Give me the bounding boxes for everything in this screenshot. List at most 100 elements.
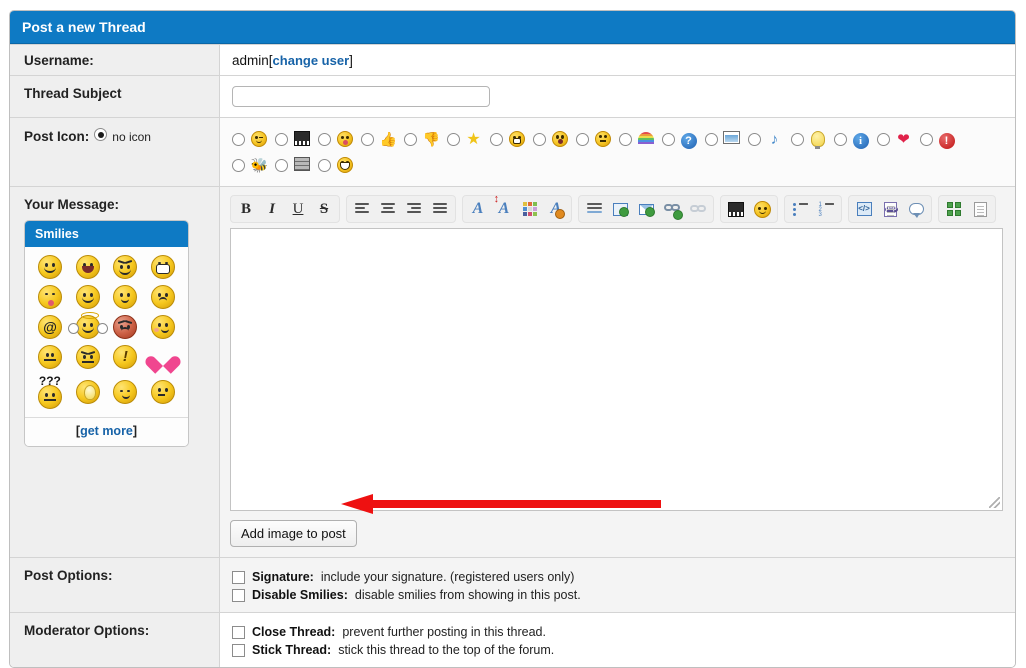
close-thread-checkbox[interactable] — [232, 626, 245, 639]
post-icon-radio[interactable] — [748, 133, 761, 146]
post-icon-radio[interactable] — [662, 133, 675, 146]
post-icon-none-radio[interactable] — [94, 128, 107, 141]
rolleyes-smiley-icon[interactable] — [594, 131, 611, 148]
add-image-to-post-button[interactable]: Add image to post — [230, 520, 357, 547]
lightbulb-icon[interactable] — [809, 131, 826, 148]
smilie-unsure-icon[interactable] — [151, 285, 175, 309]
underline-button[interactable]: U — [285, 197, 311, 221]
wink-smiley-icon[interactable] — [250, 131, 267, 148]
insert-quote-button[interactable] — [903, 197, 929, 221]
insert-image-button[interactable] — [607, 197, 633, 221]
post-icon-radio[interactable] — [705, 133, 718, 146]
bug-icon[interactable]: 🐝 — [250, 157, 267, 174]
numbered-list-button[interactable]: 123 — [813, 197, 839, 221]
smilie-blush-icon[interactable] — [113, 285, 137, 309]
post-icon-radio[interactable] — [834, 133, 847, 146]
rainbow-icon[interactable] — [637, 131, 654, 148]
smilie-idea-icon[interactable] — [76, 380, 100, 404]
indent-button[interactable] — [581, 197, 607, 221]
message-textarea-box[interactable] — [230, 228, 1003, 511]
italic-button[interactable]: I — [259, 197, 285, 221]
thread-subject-input[interactable] — [232, 86, 490, 107]
music-note-icon[interactable]: ♪ — [766, 131, 783, 148]
thumbs-down-icon[interactable]: 👎 — [422, 131, 439, 148]
surprised-smiley-icon[interactable] — [551, 131, 568, 148]
insert-code-button[interactable]: </> — [851, 197, 877, 221]
post-icon-radio[interactable] — [275, 133, 288, 146]
smilie-shy-icon[interactable] — [151, 315, 175, 339]
post-icon-radio[interactable] — [447, 133, 460, 146]
insert-smilie-button[interactable] — [749, 197, 775, 221]
smilie-exclaim-icon[interactable]: ! — [113, 345, 137, 369]
bullet-list-button[interactable] — [787, 197, 813, 221]
align-right-button[interactable] — [401, 197, 427, 221]
change-user-link[interactable]: change user — [273, 53, 350, 68]
smilie-sleepy-icon[interactable] — [113, 380, 137, 404]
grin-smiley-icon[interactable] — [508, 131, 525, 148]
heart-icon[interactable]: ❤ — [895, 131, 912, 148]
remove-link-button[interactable] — [685, 197, 711, 221]
post-icon-radio[interactable] — [318, 133, 331, 146]
post-icon-radio[interactable] — [533, 133, 546, 146]
smilie-teeth-icon[interactable] — [151, 255, 175, 279]
smilie-biggrin-icon[interactable] — [76, 255, 100, 279]
post-icon-radio[interactable] — [275, 159, 288, 172]
toggle-editor-button[interactable] — [941, 197, 967, 221]
signature-checkbox[interactable] — [232, 571, 245, 584]
post-icon-radio[interactable] — [404, 133, 417, 146]
strikethrough-button[interactable]: S — [311, 197, 337, 221]
color-palette-icon — [523, 202, 537, 216]
font-color-button[interactable] — [517, 197, 543, 221]
post-icon-radio[interactable] — [619, 133, 632, 146]
big-grin-smiley-icon[interactable] — [336, 157, 353, 174]
bold-button[interactable]: B — [233, 197, 259, 221]
smilie-smile-icon[interactable] — [38, 255, 62, 279]
align-left-button[interactable] — [349, 197, 375, 221]
stick-thread-checkbox[interactable] — [232, 644, 245, 657]
insert-video-button[interactable] — [723, 197, 749, 221]
question-icon[interactable]: ? — [680, 131, 697, 148]
smilie-crosseyed-icon[interactable] — [38, 345, 62, 369]
tongue-smiley-icon[interactable] — [336, 131, 353, 148]
post-icon-radio[interactable] — [318, 159, 331, 172]
image-icon[interactable] — [723, 131, 740, 148]
smilie-tongue-icon[interactable] — [38, 285, 62, 309]
post-new-thread-panel: Post a new Thread Username: admin[change… — [9, 10, 1016, 668]
smilie-heart-icon[interactable] — [151, 345, 175, 369]
get-more-smilies-link[interactable]: get more — [80, 424, 133, 438]
smilie-confused-icon[interactable]: ??? — [38, 375, 62, 409]
post-icon-radio[interactable] — [232, 133, 245, 146]
align-center-button[interactable] — [375, 197, 401, 221]
post-icon-radio[interactable] — [576, 133, 589, 146]
smilie-angel-icon[interactable] — [76, 315, 100, 339]
insert-php-button[interactable]: php — [877, 197, 903, 221]
smilie-at-icon[interactable]: @ — [38, 315, 62, 339]
source-view-button[interactable] — [967, 197, 993, 221]
thumbs-up-icon[interactable]: 👍 — [379, 131, 396, 148]
smilie-cool-icon[interactable] — [113, 255, 137, 279]
smilie-angry-icon[interactable] — [113, 315, 137, 339]
exclamation-icon[interactable]: ! — [938, 131, 955, 148]
smilie-undecided-icon[interactable] — [151, 380, 175, 404]
font-size-button[interactable]: ↕ A — [491, 197, 517, 221]
remove-formatting-button[interactable]: A — [543, 197, 569, 221]
disable-smilies-checkbox[interactable] — [232, 589, 245, 602]
insert-email-button[interactable] — [633, 197, 659, 221]
font-family-button[interactable]: A — [465, 197, 491, 221]
insert-link-button[interactable] — [659, 197, 685, 221]
message-textarea[interactable] — [231, 229, 1002, 510]
smilie-rolleyes-icon[interactable] — [76, 345, 100, 369]
star-icon[interactable]: ★ — [465, 131, 482, 148]
post-icon-radio[interactable] — [791, 133, 804, 146]
post-icon-radio[interactable] — [877, 133, 890, 146]
bricks-icon[interactable] — [293, 157, 310, 174]
align-justify-button[interactable] — [427, 197, 453, 221]
post-icon-radio[interactable] — [232, 159, 245, 172]
post-icon-radio[interactable] — [490, 133, 503, 146]
film-strip-icon[interactable] — [293, 131, 310, 148]
post-icon-radio[interactable] — [920, 133, 933, 146]
information-icon[interactable]: i — [852, 131, 869, 148]
source-page-icon — [974, 202, 987, 217]
post-icon-radio[interactable] — [361, 133, 374, 146]
smilie-happy-icon[interactable] — [76, 285, 100, 309]
